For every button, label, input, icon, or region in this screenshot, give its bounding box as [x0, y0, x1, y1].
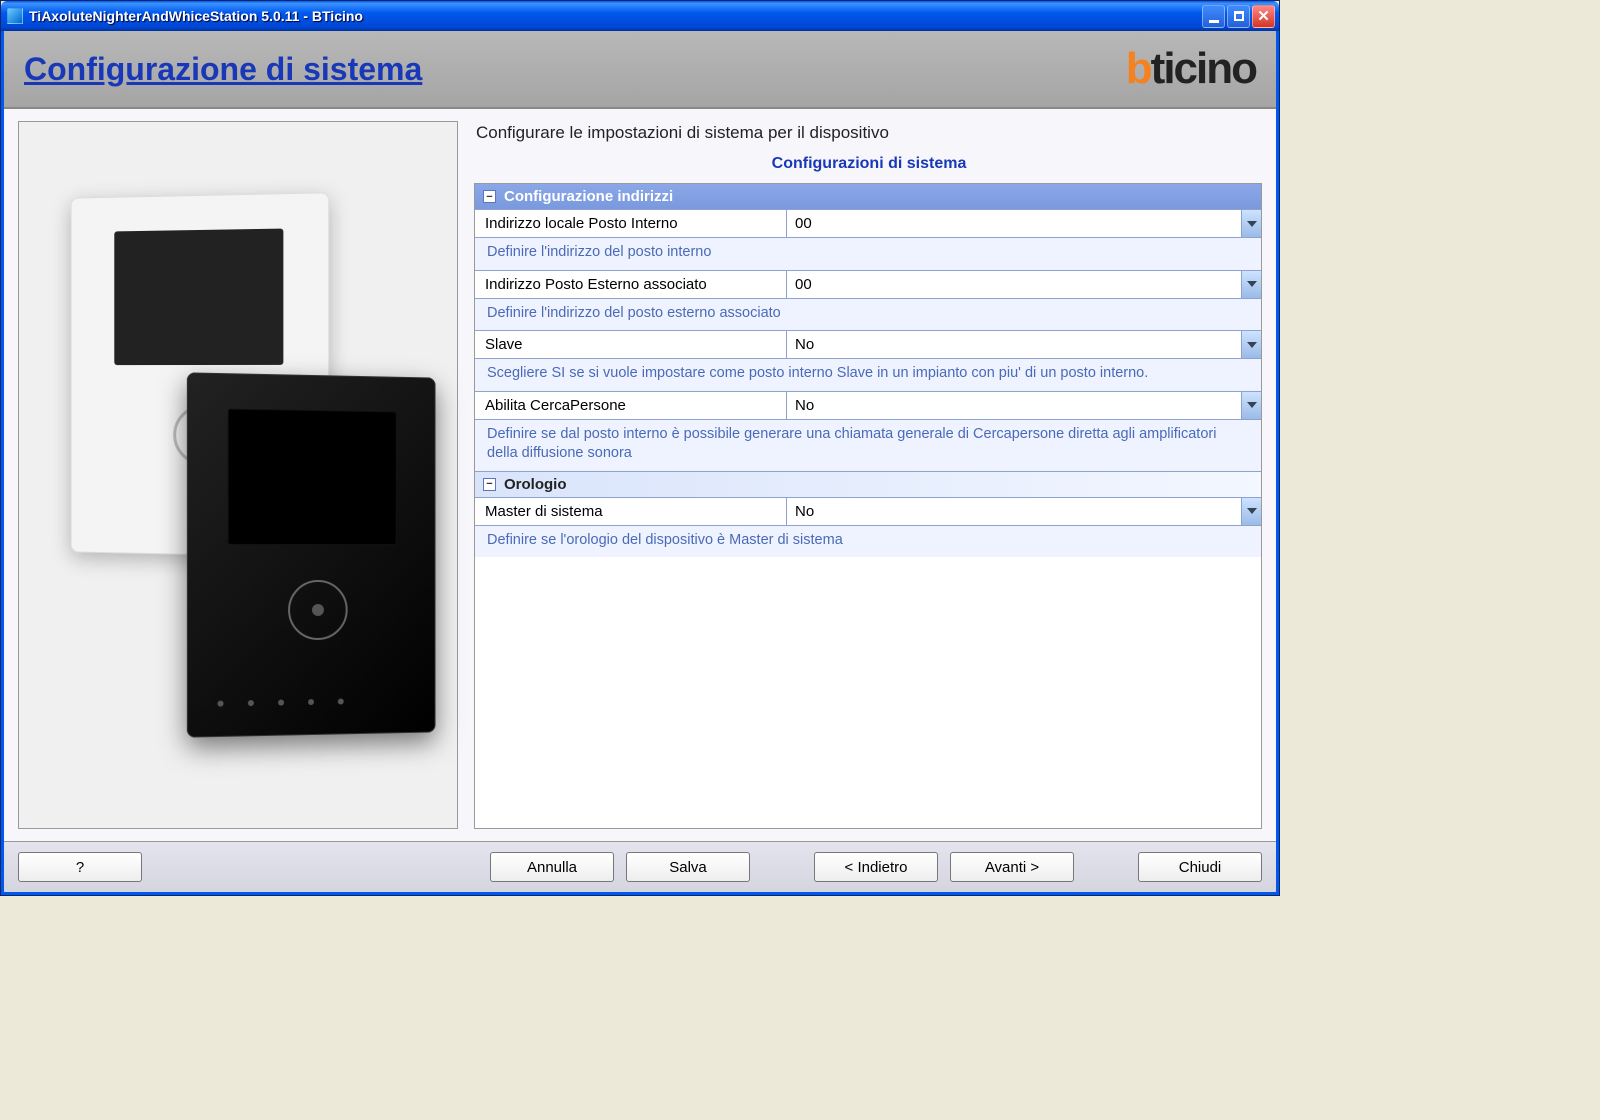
maximize-button[interactable]: [1227, 5, 1250, 28]
row-master: Master di sistema No: [475, 497, 1261, 525]
row-label: Indirizzo Posto Esterno associato: [475, 271, 787, 298]
slave-select[interactable]: No: [787, 331, 1241, 358]
row-hint: Definire l'indirizzo del posto interno: [475, 237, 1261, 270]
group-header-clock[interactable]: − Orologio: [475, 471, 1261, 497]
footer-bar: ? Annulla Salva < Indietro Avanti > Chiu…: [4, 841, 1276, 892]
device-image-panel: [18, 121, 458, 829]
row-hint: Scegliere SI se si vuole impostare come …: [475, 358, 1261, 391]
group-header-addresses[interactable]: − Configurazione indirizzi: [475, 184, 1261, 209]
titlebar[interactable]: TiAxoluteNighterAndWhiceStation 5.0.11 -…: [1, 1, 1279, 31]
app-window: TiAxoluteNighterAndWhiceStation 5.0.11 -…: [0, 0, 1280, 896]
local-address-select[interactable]: 00: [787, 210, 1241, 237]
chevron-down-icon[interactable]: [1241, 331, 1261, 358]
cancel-button[interactable]: Annulla: [490, 852, 614, 882]
row-label: Indirizzo locale Posto Interno: [475, 210, 787, 237]
row-hint: Definire se dal posto interno è possibil…: [475, 419, 1261, 471]
row-paging: Abilita CercaPersone No: [475, 391, 1261, 419]
save-button[interactable]: Salva: [626, 852, 750, 882]
row-label: Slave: [475, 331, 787, 358]
back-button[interactable]: < Indietro: [814, 852, 938, 882]
group-title: Configurazione indirizzi: [504, 188, 673, 205]
paging-select[interactable]: No: [787, 392, 1241, 419]
row-slave: Slave No: [475, 330, 1261, 358]
device-illustration: [48, 195, 428, 755]
form-subtitle: Configurare le impostazioni di sistema p…: [476, 121, 1262, 149]
form-section-label: Configurazioni di sistema: [476, 149, 1262, 183]
master-select[interactable]: No: [787, 498, 1241, 525]
chevron-down-icon[interactable]: [1241, 498, 1261, 525]
row-external-address: Indirizzo Posto Esterno associato 00: [475, 270, 1261, 298]
property-grid: − Configurazione indirizzi Indirizzo loc…: [474, 183, 1262, 829]
close-window-button[interactable]: ✕: [1252, 5, 1275, 28]
close-button[interactable]: Chiudi: [1138, 852, 1262, 882]
client-area: Configurazione di sistema b ticino Confi…: [1, 31, 1279, 895]
row-label: Master di sistema: [475, 498, 787, 525]
brand-logo: b ticino: [1126, 44, 1256, 94]
content-area: Configurare le impostazioni di sistema p…: [4, 109, 1276, 841]
minimize-button[interactable]: [1202, 5, 1225, 28]
row-hint: Definire se l'orologio del dispositivo è…: [475, 525, 1261, 558]
chevron-down-icon[interactable]: [1241, 271, 1261, 298]
row-label: Abilita CercaPersone: [475, 392, 787, 419]
chevron-down-icon[interactable]: [1241, 210, 1261, 237]
window-title: TiAxoluteNighterAndWhiceStation 5.0.11 -…: [29, 8, 1200, 24]
logo-part-b: b: [1126, 44, 1151, 94]
page-title: Configurazione di sistema: [24, 51, 422, 88]
external-address-select[interactable]: 00: [787, 271, 1241, 298]
collapse-icon[interactable]: −: [483, 478, 496, 491]
logo-part-rest: ticino: [1151, 44, 1256, 94]
row-hint: Definire l'indirizzo del posto esterno a…: [475, 298, 1261, 331]
header-band: Configurazione di sistema b ticino: [4, 31, 1276, 109]
row-local-address: Indirizzo locale Posto Interno 00: [475, 209, 1261, 237]
app-icon: [7, 8, 23, 24]
next-button[interactable]: Avanti >: [950, 852, 1074, 882]
help-button[interactable]: ?: [18, 852, 142, 882]
chevron-down-icon[interactable]: [1241, 392, 1261, 419]
collapse-icon[interactable]: −: [483, 190, 496, 203]
group-title: Orologio: [504, 476, 567, 493]
